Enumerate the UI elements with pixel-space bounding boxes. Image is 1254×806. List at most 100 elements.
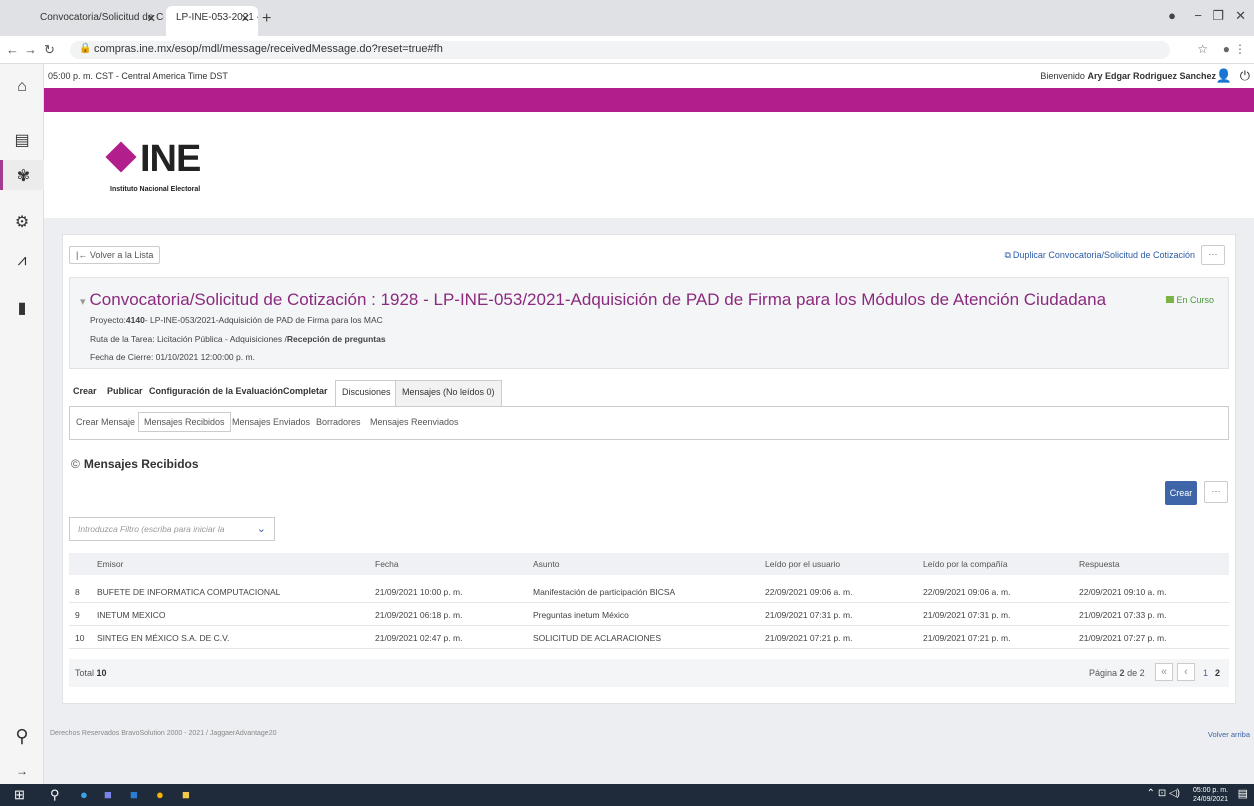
col-leido-usuario[interactable]: Leído por el usuario <box>765 559 840 569</box>
notifications-icon[interactable]: ▤ <box>1238 787 1248 800</box>
bookmark-star-icon[interactable]: ☆ <box>1197 42 1208 56</box>
duplicate-label: Duplicar Convocatoria/Solicitud de Cotiz… <box>1012 250 1195 260</box>
file-explorer-icon[interactable]: ■ <box>182 787 190 802</box>
forward-arrow-icon[interactable]: → <box>24 42 37 57</box>
restore-icon[interactable]: ❐ <box>1212 8 1224 24</box>
subtab-enviados[interactable]: Mensajes Enviados <box>232 417 310 427</box>
system-tray-icon[interactable]: ⌃ ⊡ ◁) <box>1147 788 1180 799</box>
cell-fecha: 21/09/2021 10:00 p. m. <box>375 587 463 597</box>
taskbar-clock[interactable]: 05:00 p. m. 24/09/2021 <box>1193 786 1228 804</box>
subtab-reenviados[interactable]: Mensajes Reenviados <box>370 417 459 427</box>
search-icon[interactable]: ⚲ <box>0 726 44 747</box>
power-icon[interactable]: ⏻ <box>1240 68 1250 84</box>
clock-date: 24/09/2021 <box>1192 796 1228 803</box>
user-icon[interactable]: 👤 <box>1216 68 1232 84</box>
profile-icon[interactable]: ● <box>1168 8 1176 23</box>
page-link-1[interactable]: 1 <box>1203 668 1208 678</box>
duplicate-icon: ⧉ <box>1004 250 1011 260</box>
edge-icon[interactable]: ● <box>80 787 88 802</box>
cell-emisor[interactable]: INETUM MEXICO <box>97 610 165 620</box>
col-respuesta[interactable]: Respuesta <box>1079 559 1120 569</box>
reload-icon[interactable]: ↻ <box>44 42 55 58</box>
prev-page-icon[interactable]: ‹ <box>1177 663 1195 681</box>
cell-emisor[interactable]: BUFETE DE INFORMATICA COMPUTACIONAL <box>97 587 280 597</box>
cell-asunto[interactable]: Manifestación de participación BICSA <box>533 587 675 597</box>
home-icon[interactable]: ⌂ <box>0 78 44 96</box>
back-to-list-button[interactable]: |← Volver a la Lista <box>69 246 161 264</box>
proyecto-label: Proyecto: <box>90 315 126 325</box>
close-icon[interactable]: ✕ <box>147 12 156 25</box>
tab-label: Convocatoria/Solicitud de Cotiz <box>40 12 164 23</box>
browser-tab-1[interactable]: Convocatoria/Solicitud de Cotiz ✕ <box>30 6 164 36</box>
tab-mensajes[interactable]: Mensajes (No leídos 0) <box>395 380 502 406</box>
col-asunto[interactable]: Asunto <box>533 559 559 569</box>
minimize-icon[interactable]: − <box>1194 8 1202 23</box>
table-row[interactable]: 10 SINTEG EN MÉXICO S.A. DE C.V. 21/09/2… <box>69 627 1229 649</box>
teams-icon[interactable]: ■ <box>104 787 112 802</box>
convocatoria-title[interactable]: ▾ Convocatoria/Solicitud de Cotización : … <box>80 290 1106 310</box>
cell-asunto[interactable]: SOLICITUD DE ACLARACIONES <box>533 633 661 643</box>
page-footer: Derechos Reservados BravoSolution 2000 -… <box>44 716 1254 784</box>
pagination-label: Página 2 de 2 <box>1089 668 1145 678</box>
side-nav-rail: ⌂ ▤ ✾ ⚙ ⩘ ▮ ⚲ → <box>0 64 44 784</box>
col-fecha[interactable]: Fecha <box>375 559 399 569</box>
subtab-borradores[interactable]: Borradores <box>316 417 361 427</box>
proyecto-line: Proyecto:4140- LP-INE-053/2021-Adquisici… <box>90 315 383 325</box>
page-of: de 2 <box>1127 668 1145 678</box>
expand-arrow-icon[interactable]: → <box>0 764 44 778</box>
cell-asunto[interactable]: Preguntas inetum México <box>533 610 629 620</box>
chevron-down-icon[interactable]: ⌄ <box>257 522 266 535</box>
close-window-icon[interactable]: ✕ <box>1235 8 1246 24</box>
address-bar-row: ← → ↻ 🔒 compras.ine.mx/esop/mdl/message/… <box>0 36 1254 64</box>
back-to-list-label: Volver a la Lista <box>89 250 154 260</box>
back-to-top-link[interactable]: Volver arriba <box>1208 730 1250 739</box>
cell-fecha: 21/09/2021 02:47 p. m. <box>375 633 463 643</box>
cell-leido-compania: 21/09/2021 07:31 p. m. <box>923 610 1011 620</box>
more-options-button[interactable]: ··· <box>1204 481 1228 503</box>
proyecto-id: 4140 <box>125 315 145 325</box>
browser-tab-2[interactable]: LP-INE-053-2021 - Adquisición d ✕ <box>166 6 258 36</box>
tab-configuracion[interactable]: Configuración de la Evaluación <box>149 386 283 396</box>
subtab-recibidos[interactable]: Mensajes Recibidos <box>138 412 231 432</box>
cell-emisor[interactable]: SINTEG EN MÉXICO S.A. DE C.V. <box>97 633 229 643</box>
clock-time: 05:00 p. m. <box>1192 787 1228 794</box>
suppliers-icon[interactable]: ⚙ <box>0 212 44 232</box>
close-icon[interactable]: ✕ <box>241 12 250 25</box>
subtab-crear-mensaje[interactable]: Crear Mensaje <box>76 417 135 427</box>
tab-publicar[interactable]: Publicar <box>107 386 143 396</box>
tab-completar[interactable]: Completar <box>283 386 328 396</box>
logo-area: INE Instituto Nacional Electoral <box>44 112 1254 218</box>
table-row[interactable]: 9 INETUM MEXICO 21/09/2021 06:18 p. m. P… <box>69 604 1229 626</box>
fecha-cierre: Fecha de Cierre: 01/10/2021 12:00:00 p. … <box>90 352 255 362</box>
back-arrow-icon[interactable]: ← <box>6 42 19 57</box>
ine-logo[interactable]: INE Instituto Nacional Electoral <box>105 138 201 193</box>
table-row[interactable]: 8 BUFETE DE INFORMATICA COMPUTACIONAL 21… <box>69 581 1229 603</box>
sourcing-icon[interactable]: ✾ <box>0 160 44 190</box>
dashboard-icon[interactable]: ▤ <box>0 130 44 150</box>
filter-input[interactable]: Introduzca Filtro (escriba para iniciar … <box>69 517 275 541</box>
outlook-icon[interactable]: ■ <box>130 787 138 802</box>
chrome-icon[interactable]: ● <box>156 787 164 802</box>
more-actions-button[interactable]: ··· <box>1201 245 1225 265</box>
new-tab-button[interactable]: + <box>262 10 271 28</box>
first-page-icon[interactable]: « <box>1155 663 1173 681</box>
tab-discusiones[interactable]: Discusiones <box>335 380 398 406</box>
col-leido-compania[interactable]: Leído por la compañía <box>923 559 1008 569</box>
crear-button[interactable]: Crear <box>1165 481 1197 505</box>
url-input[interactable]: 🔒 compras.ine.mx/esop/mdl/message/receiv… <box>70 41 1170 59</box>
windows-start-icon[interactable]: ⊞ <box>14 787 25 803</box>
analytics-icon[interactable]: ⩘ <box>0 252 44 270</box>
tab-crear[interactable]: Crear <box>73 386 97 396</box>
menu-kebab-icon[interactable]: ⋮ <box>1234 42 1246 56</box>
contracts-icon[interactable]: ▮ <box>0 298 44 318</box>
message-subtabs: Crear Mensaje Mensajes Recibidos Mensaje… <box>69 406 1229 440</box>
collapse-chevron-icon[interactable]: ▾ <box>80 296 86 308</box>
taskbar-search-icon[interactable]: ⚲ <box>50 787 60 803</box>
page-link-2[interactable]: 2 <box>1215 668 1220 678</box>
welcome-prefix: Bienvenido <box>1040 71 1085 81</box>
account-icon[interactable]: ● <box>1223 42 1230 56</box>
duplicate-button[interactable]: ⧉ Duplicar Convocatoria/Solicitud de Coti… <box>1004 250 1195 261</box>
col-emisor[interactable]: Emisor <box>97 559 123 569</box>
cell-leido-compania: 22/09/2021 09:06 a. m. <box>923 587 1011 597</box>
section-title: © Mensajes Recibidos <box>71 457 199 471</box>
